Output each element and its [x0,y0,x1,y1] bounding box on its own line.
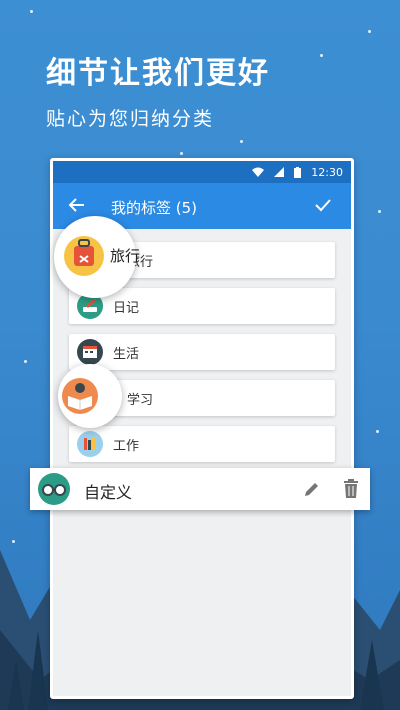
tag-label: 生活 [113,347,140,362]
star [180,152,183,155]
star [378,210,381,213]
travel-bubble-label: 旅行 [110,247,141,265]
custom-tag-label: 自定义 [84,483,133,502]
star [30,10,33,13]
signal-icon [274,167,285,177]
custom-tag-row[interactable]: 自定义 [30,468,370,510]
glasses-icon [38,473,70,505]
tag-label: 学习 [127,393,154,408]
status-time: 12:30 [311,165,343,179]
tag-label: 工作 [113,439,140,454]
star [320,54,323,57]
promo-headline: 细节让我们更好 [46,56,270,91]
promo-subline: 贴心为您归纳分类 [46,108,215,130]
page-title: 我的标签 (5) [111,199,198,217]
star [376,430,379,433]
edit-icon[interactable] [302,479,322,499]
delete-icon[interactable] [342,478,360,500]
reading-book-icon [62,378,98,414]
check-icon[interactable] [313,195,333,215]
star [368,30,371,33]
tag-label: 日记 [113,301,140,316]
calendar-icon [77,339,103,365]
star [240,140,243,143]
wifi-icon [252,167,265,177]
tag-item-work[interactable]: 工作 [69,426,335,462]
back-arrow-icon[interactable] [67,195,87,215]
star [24,360,27,363]
books-icon [77,431,103,457]
study-highlight-bubble [58,364,122,428]
battery-icon [294,166,302,178]
status-bar: 12:30 [53,161,351,183]
